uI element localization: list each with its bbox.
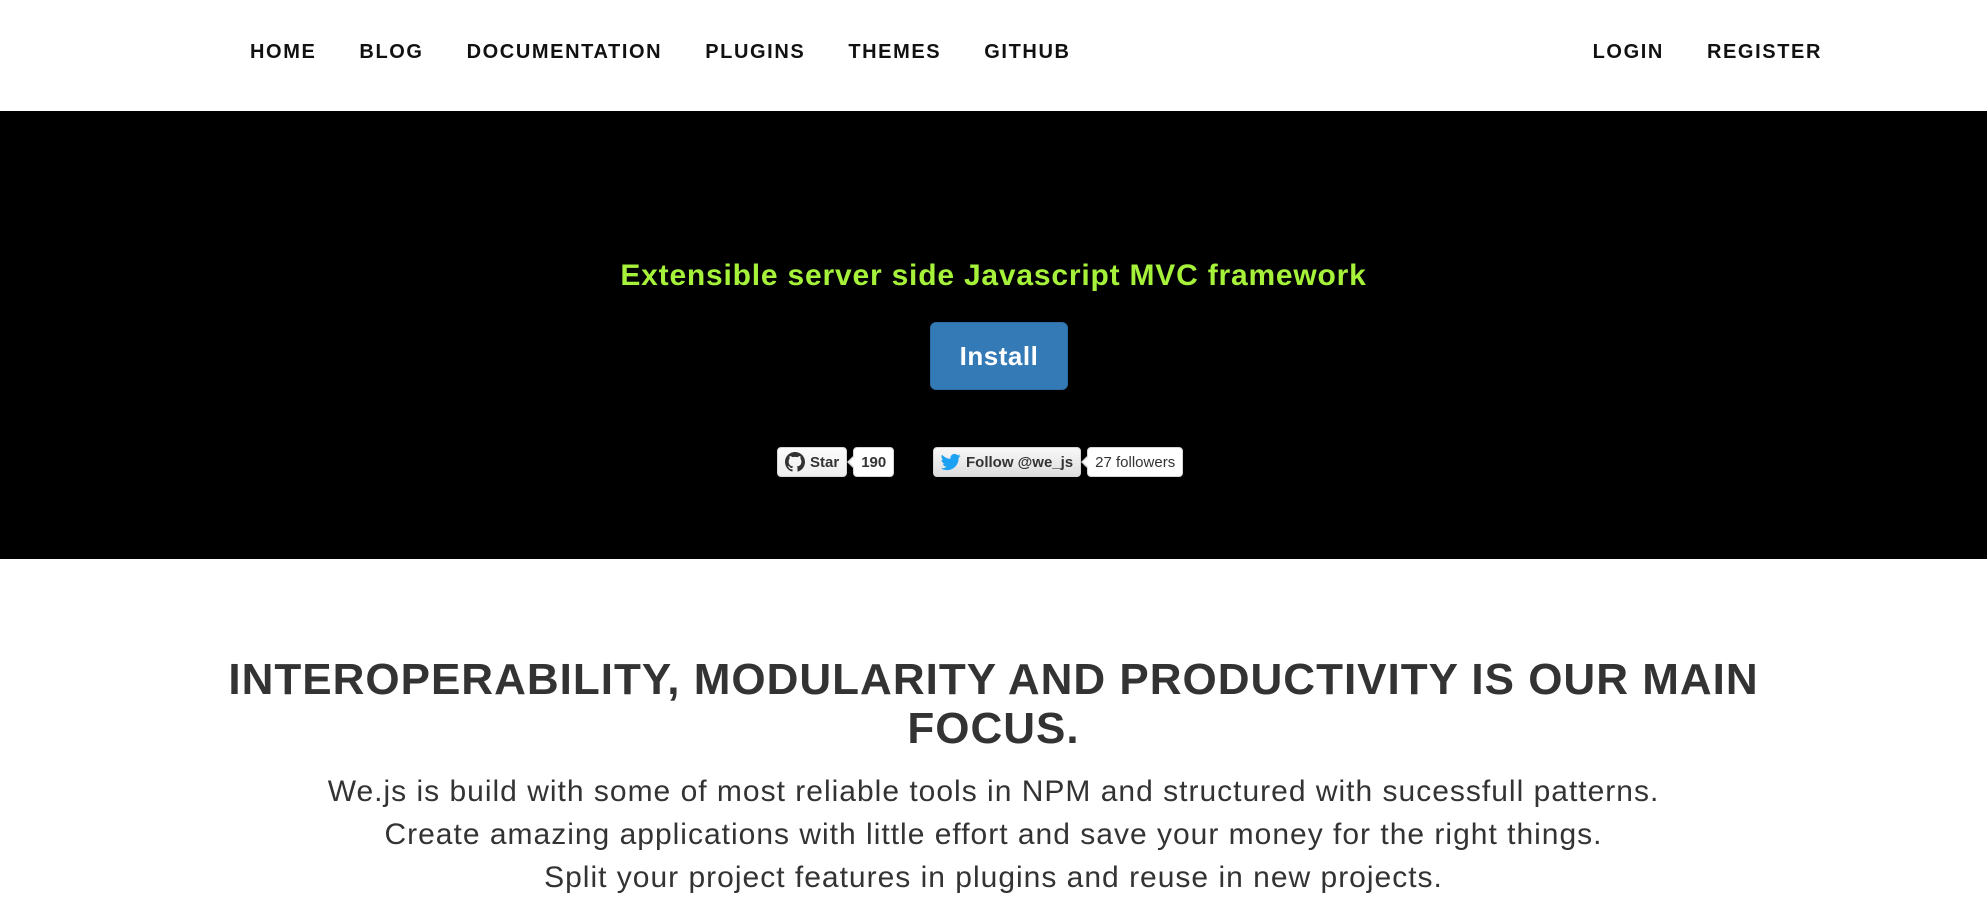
register-link[interactable]: REGISTER [1707,41,1822,64]
twitter-follower-count[interactable]: 27 followers [1081,447,1184,477]
twitter-icon [941,452,961,472]
github-icon [785,452,805,472]
install-button[interactable]: Install [930,322,1068,390]
twitter-follow-button[interactable]: Follow @we_js [933,447,1082,477]
nav-link-themes[interactable]: THEMES [848,41,941,64]
main-nav: HOME BLOG DOCUMENTATION PLUGINS THEMES G… [250,0,1114,105]
nav-link-blog[interactable]: BLOG [359,41,423,64]
focus-description: We.js is build with some of most reliabl… [0,770,1987,899]
twitter-follow-label: Follow @we_js [966,453,1074,471]
twitter-follow-widget: Follow @we_js 27 followers [933,447,1184,477]
github-star-label: Star [810,453,840,471]
hero-tagline: Extensible server side Javascript MVC fr… [620,259,1367,292]
hero-banner: Extensible server side Javascript MVC fr… [0,111,1987,559]
nav-link-plugins[interactable]: PLUGINS [705,41,805,64]
account-nav: LOGIN REGISTER [1550,0,1822,105]
github-star-button[interactable]: Star [777,447,848,477]
nav-link-home[interactable]: HOME [250,41,316,64]
top-navbar: HOME BLOG DOCUMENTATION PLUGINS THEMES G… [0,0,1987,111]
focus-section: INTEROPERABILITY, MODULARITY AND PRODUCT… [0,559,1987,923]
github-star-widget: Star 190 [777,447,895,477]
nav-link-documentation[interactable]: DOCUMENTATION [467,41,663,64]
focus-line-applications: Create amazing applications with little … [384,818,1603,851]
focus-heading: INTEROPERABILITY, MODULARITY AND PRODUCT… [228,655,1759,753]
focus-line-plugins: Split your project features in plugins a… [544,861,1443,894]
github-star-count[interactable]: 190 [847,447,895,477]
nav-link-github[interactable]: GITHUB [984,41,1070,64]
focus-line-tools: We.js is build with some of most reliabl… [327,775,1660,808]
login-link[interactable]: LOGIN [1593,41,1664,64]
